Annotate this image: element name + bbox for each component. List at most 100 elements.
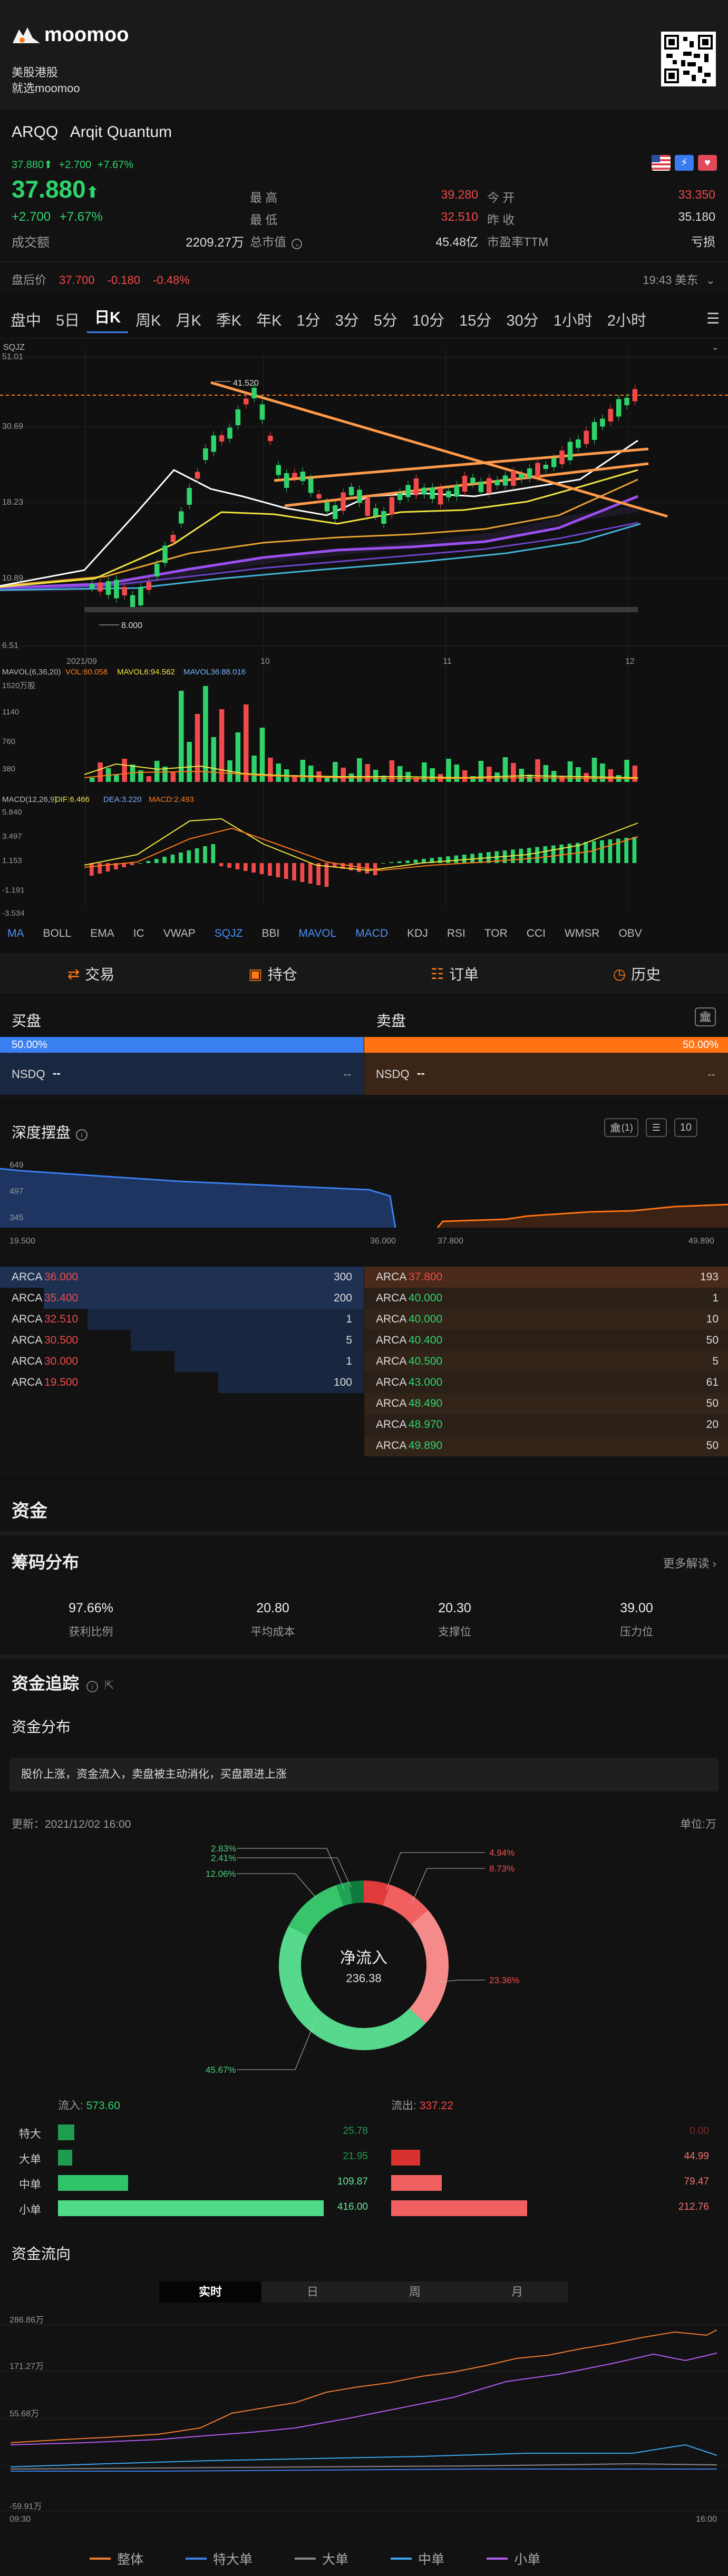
chart-tab[interactable]: 季K (209, 308, 249, 330)
chart-tab[interactable]: 周K (128, 308, 168, 330)
depth-exchange-button[interactable]: 🏛(1) (604, 1118, 638, 1137)
chart-expand-icon[interactable]: ⌄ (712, 343, 719, 352)
flow-period-tabs: 实时日周月 (159, 2281, 568, 2303)
ask-depth-row[interactable]: ARCA 40.000 1 (364, 1288, 728, 1309)
after-hours-time[interactable]: 19:43 美东 ⌄ (643, 271, 715, 288)
ask-depth-qty: 193 (700, 1271, 719, 1283)
chart-tab[interactable]: 盘中 (3, 308, 48, 330)
depth-filter-icon[interactable]: ☰ (645, 1118, 667, 1137)
flow-tab[interactable]: 日 (261, 2281, 364, 2303)
indicator-tab[interactable]: MAVOL (298, 927, 336, 940)
chart-settings-icon[interactable]: ☰ (706, 310, 720, 327)
indicator-tab[interactable]: BBI (261, 927, 279, 940)
indicator-tab[interactable]: MA (7, 927, 24, 940)
ask-depth-row[interactable]: ARCA 43.000 61 (364, 1372, 728, 1393)
chip-stat-label: 压力位 (620, 1626, 653, 1638)
y-label-5: 6.51 (2, 641, 18, 650)
inflow-total: 流入: 573.60 (58, 2097, 120, 2113)
chart-tab[interactable]: 2小时 (600, 308, 654, 330)
bid-depth-row[interactable]: ARCA 36.000 300 (0, 1267, 364, 1288)
trade-button[interactable]: ⇄ 交易 (0, 963, 182, 984)
flow-bar-label: 小单 (19, 2204, 41, 2216)
indicator-tab[interactable]: SQJZ (215, 927, 243, 940)
indicator-tab[interactable]: OBV (618, 927, 642, 940)
history-button[interactable]: ◷ 历史 (546, 963, 728, 984)
ask-depth-row[interactable]: ARCA 49.890 50 (364, 1435, 728, 1456)
chart-tab[interactable]: 5分 (366, 308, 405, 330)
share-icon[interactable]: ⇱ (104, 1679, 114, 1692)
ask-depth-row[interactable]: ARCA 40.400 50 (364, 1330, 728, 1351)
chart-tab[interactable]: 10分 (405, 308, 452, 330)
bank-icon[interactable]: 🏛 (695, 1007, 716, 1026)
indicator-tab[interactable]: BOLL (43, 927, 72, 940)
depth-level-button[interactable]: 10 (674, 1118, 697, 1137)
kline-chart-area[interactable]: 41.520 8.000 SQJZ ⌄ 51.01 30.69 18.23 10… (0, 338, 728, 919)
macd-bar (251, 863, 256, 873)
indicator-tab[interactable]: VWAP (163, 927, 196, 940)
flow-tab[interactable]: 实时 (159, 2281, 261, 2303)
chart-tab[interactable]: 1小时 (546, 308, 600, 330)
legend-item[interactable]: 整体 (90, 2549, 143, 2568)
bid-depth-qty: 1 (346, 1313, 352, 1325)
after-hours-price: 37.700 (59, 273, 95, 287)
bid-depth-row[interactable]: ARCA 32.510 1 (0, 1309, 364, 1330)
chart-tab[interactable]: 30分 (499, 308, 546, 330)
chart-tab[interactable]: 3分 (328, 308, 366, 330)
positions-icon: ▣ (248, 965, 263, 982)
chart-tab[interactable]: 日K (87, 305, 129, 333)
chart-tab[interactable]: 15分 (452, 308, 499, 330)
indicator-tab[interactable]: WMSR (565, 927, 600, 940)
volume-bar (365, 764, 371, 782)
depth-info-icon[interactable]: i (76, 1129, 88, 1141)
depth-controls: 🏛(1) ☰ 10 (604, 1118, 697, 1137)
bid-depth-row[interactable]: ARCA 30.500 5 (0, 1330, 364, 1351)
ask-depth-row[interactable]: ARCA 48.490 50 (364, 1393, 728, 1414)
lightning-icon[interactable]: ⚡ (675, 155, 694, 171)
ask-depth-row[interactable]: ARCA 48.970 20 (364, 1414, 728, 1435)
mavol6-value: MAVOL6:94.562 (117, 668, 175, 677)
macd-bar (389, 862, 394, 863)
positions-button[interactable]: ▣ 持仓 (182, 963, 364, 984)
ask-depth-qty: 10 (706, 1313, 719, 1325)
indicator-tab[interactable]: MACD (355, 927, 388, 940)
macd-bar (381, 863, 385, 864)
track-info-icon[interactable]: i (86, 1681, 99, 1692)
flow-tab[interactable]: 周 (364, 2281, 466, 2303)
ask-depth-qty: 50 (706, 1334, 719, 1346)
bid-depth-row[interactable]: ARCA 30.000 1 (0, 1351, 364, 1372)
depth-x-4: 49.890 (688, 1237, 714, 1246)
legend-item[interactable]: 特大单 (186, 2549, 253, 2568)
inflow-bar (58, 2150, 72, 2166)
outflow-total: 流出: 337.22 (391, 2097, 453, 2113)
volume-bar (454, 765, 460, 782)
more-insight-link[interactable]: 更多解读 › (663, 1554, 716, 1571)
legend-item[interactable]: 大单 (295, 2549, 348, 2568)
macd-bar (413, 859, 418, 863)
legend-swatch (295, 2558, 316, 2560)
favorite-icon[interactable]: ♥ (698, 155, 717, 171)
chart-tab[interactable]: 年K (249, 308, 289, 330)
ask-depth-row[interactable]: ARCA 40.000 10 (364, 1309, 728, 1330)
indicator-tab[interactable]: TOR (484, 927, 508, 940)
chart-tab[interactable]: 5日 (48, 308, 87, 330)
volume-bar (600, 763, 605, 782)
legend-item[interactable]: 小单 (487, 2549, 540, 2568)
ask-depth-row[interactable]: ARCA 37.800 193 (364, 1267, 728, 1288)
ask-depth-row[interactable]: ARCA 40.500 5 (364, 1351, 728, 1372)
chart-tab[interactable]: 月K (168, 308, 208, 330)
chart-tab[interactable]: 1分 (289, 308, 327, 330)
bid-depth-row[interactable]: ARCA 35.400 200 (0, 1288, 364, 1309)
indicator-tab[interactable]: KDJ (407, 927, 428, 940)
chevron-down-icon: ⌄ (705, 273, 715, 287)
orders-button[interactable]: ☷ 订单 (364, 963, 546, 984)
indicator-tab[interactable]: CCI (527, 927, 546, 940)
indicator-tab[interactable]: RSI (447, 927, 465, 940)
qr-code[interactable] (661, 32, 716, 86)
legend-item[interactable]: 中单 (391, 2549, 444, 2568)
info-icon[interactable]: ⌄ (292, 239, 303, 249)
flow-tab[interactable]: 月 (466, 2281, 568, 2303)
bid-depth-row[interactable]: ARCA 19.500 100 (0, 1372, 364, 1393)
legend-label: 小单 (514, 2552, 541, 2567)
indicator-tab[interactable]: EMA (90, 927, 114, 940)
indicator-tab[interactable]: IC (133, 927, 144, 940)
